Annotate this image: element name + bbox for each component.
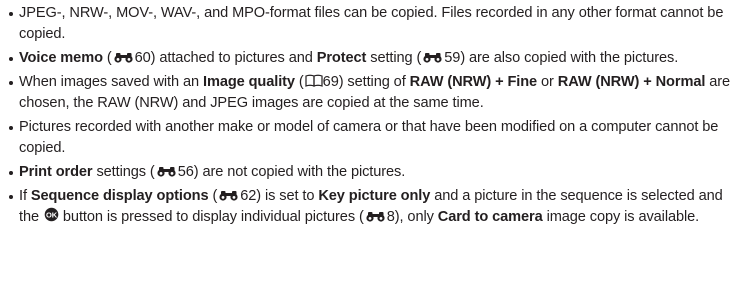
page-reference: 8 xyxy=(386,209,395,225)
binoculars-icon xyxy=(422,52,444,63)
term-voice-memo: Voice memo xyxy=(19,50,103,66)
list-item: Voice memo (60) attached to pictures and… xyxy=(9,48,742,69)
notes-list: JPEG-, NRW-, MOV-, WAV-, and MPO-format … xyxy=(9,3,742,228)
document-page: JPEG-, NRW-, MOV-, WAV-, and MPO-format … xyxy=(0,0,746,295)
page-reference: 56 xyxy=(177,164,194,180)
page-reference: 62 xyxy=(240,188,257,204)
svg-text:OK: OK xyxy=(46,210,58,219)
term-sequence-display-options: Sequence display options xyxy=(30,188,209,204)
ok-button-icon: OK xyxy=(44,207,59,222)
binoculars-icon xyxy=(156,166,178,177)
page-reference: 59 xyxy=(444,50,461,66)
binoculars-icon xyxy=(365,211,387,222)
term-card-to-camera: Card to camera xyxy=(437,209,543,225)
binoculars-icon xyxy=(218,190,240,201)
list-item: Pictures recorded with another make or m… xyxy=(9,117,742,159)
term-raw-fine: RAW (NRW) + Fine xyxy=(409,74,538,90)
term-image-quality: Image quality xyxy=(202,74,295,90)
list-item: When images saved with an Image quality … xyxy=(9,72,742,114)
list-item: Print order settings (56) are not copied… xyxy=(9,162,742,183)
binoculars-icon xyxy=(113,52,135,63)
term-print-order: Print order xyxy=(19,164,93,180)
page-reference: 60 xyxy=(134,50,151,66)
book-icon xyxy=(305,74,323,87)
term-raw-normal: RAW (NRW) + Normal xyxy=(557,74,706,90)
list-item: If Sequence display options (62) is set … xyxy=(9,186,742,228)
term-protect: Protect xyxy=(316,50,367,66)
page-reference: 69 xyxy=(322,74,339,90)
list-item: JPEG-, NRW-, MOV-, WAV-, and MPO-format … xyxy=(9,3,742,45)
term-key-picture-only: Key picture only xyxy=(318,188,431,204)
